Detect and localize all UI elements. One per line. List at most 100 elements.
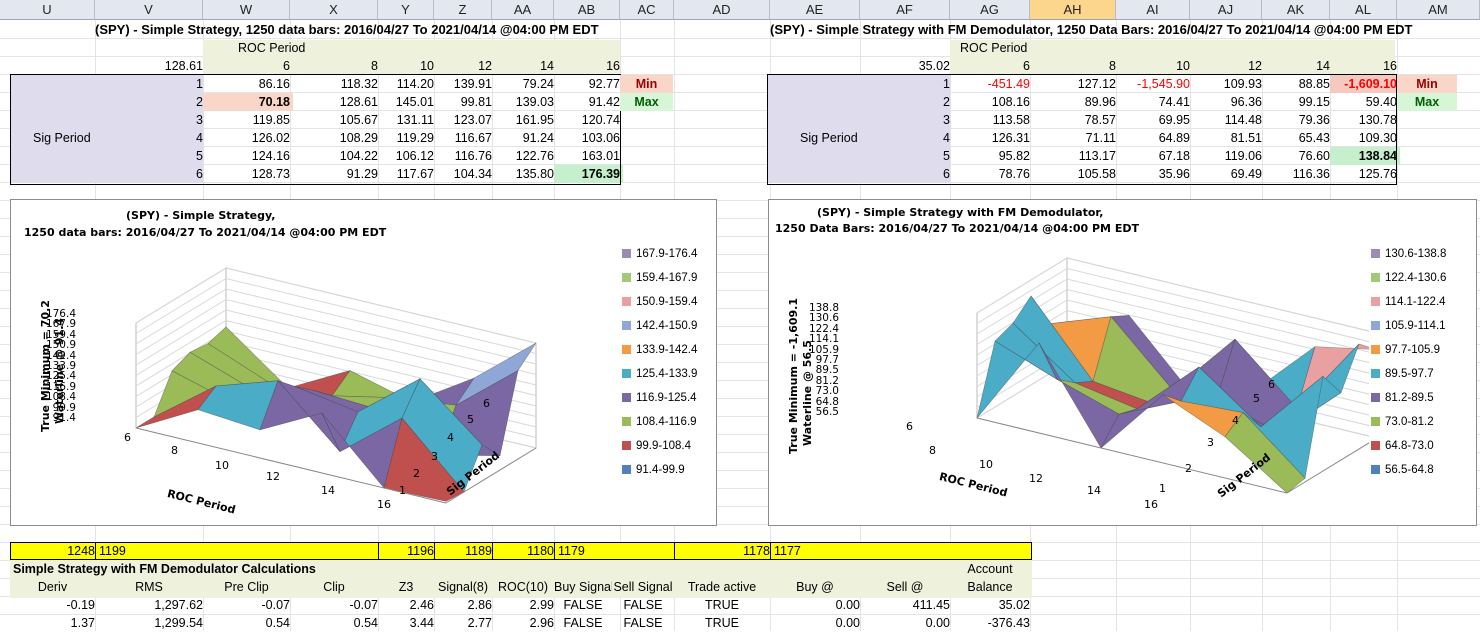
left-max-label: Max	[620, 93, 673, 111]
legend-swatch-icon	[622, 345, 631, 355]
left_table-roc-head: 6	[283, 59, 290, 73]
calc-header: Pre Clip	[224, 580, 269, 594]
column-header-w[interactable]: W	[203, 0, 290, 20]
right_table-roc-head: 10	[1176, 59, 1190, 73]
column-header-v[interactable]: V	[95, 0, 203, 20]
column-header-x[interactable]: X	[290, 0, 378, 20]
calc-header: Buy @	[796, 580, 834, 594]
legend-label: 150.9-159.4	[636, 296, 698, 308]
calc-header-account: Account	[967, 562, 1013, 576]
right_table-roc-head: 8	[1109, 59, 1116, 73]
legend-swatch-icon	[622, 441, 631, 451]
legend-item: 130.6-138.8	[1371, 247, 1446, 261]
column-header-al[interactable]: AL	[1330, 0, 1397, 20]
column-header-y[interactable]: Y	[378, 0, 434, 20]
legend-swatch-icon	[1371, 369, 1380, 379]
calc-cell: 2.46	[409, 598, 434, 612]
calc-title: Simple Strategy with FM Demodulator Calc…	[13, 562, 316, 576]
legend-item: 105.9-114.1	[1371, 319, 1446, 333]
right-surface-chart[interactable]: (SPY) - Simple Strategy with FM Demodula…	[768, 199, 1477, 526]
calc-header: Signal(8)	[437, 580, 489, 594]
column-header-ak[interactable]: AK	[1262, 0, 1330, 20]
legend-swatch-icon	[1371, 321, 1380, 331]
calc-header: Deriv	[37, 580, 68, 594]
column-header-ad[interactable]: AD	[674, 0, 770, 20]
legend-item: 133.9-142.4	[622, 343, 697, 357]
left_table-roc-head: 12	[478, 59, 492, 73]
column-header-ag[interactable]: AG	[950, 0, 1030, 20]
column-header-ai[interactable]: AI	[1116, 0, 1190, 20]
legend-label: 91.4-99.9	[636, 464, 685, 476]
calc-cell: FALSE	[623, 616, 663, 630]
column-header-ac[interactable]: AC	[620, 0, 674, 20]
legend-label: 108.4-116.9	[636, 416, 697, 428]
calc-cell: FALSE	[563, 598, 603, 612]
column-header-aa[interactable]: AA	[492, 0, 554, 20]
yellow-cell: 1189	[465, 544, 492, 558]
calc-cell: FALSE	[563, 616, 603, 630]
right-table-title: (SPY) - Simple Strategy with FM Demodula…	[770, 22, 1413, 37]
left-min-label: Min	[620, 75, 673, 93]
column-header-u[interactable]: U	[0, 0, 95, 20]
y-tick: 1	[399, 484, 406, 497]
yellow-sep	[554, 542, 555, 560]
right-roc-label: ROC Period	[960, 41, 1028, 55]
calc-cell: 2.96	[529, 616, 554, 630]
legend-item: 73.0-81.2	[1371, 415, 1434, 429]
right_table-roc-head: 16	[1383, 59, 1397, 73]
z-tick: 130.6	[808, 312, 839, 325]
calc-cell: 0.00	[835, 616, 860, 630]
y-tick: 5	[1253, 392, 1260, 405]
yellow-sep	[378, 542, 379, 560]
yellow-sep	[674, 542, 675, 560]
calc-cell: -376.43	[987, 616, 1030, 630]
legend-label: 122.4-130.6	[1385, 272, 1447, 284]
column-header-z[interactable]: Z	[434, 0, 492, 20]
legend-swatch-icon	[1371, 273, 1380, 283]
legend-swatch-icon	[622, 369, 631, 379]
column-header-ae[interactable]: AE	[770, 0, 860, 20]
yellow-sep	[95, 542, 96, 560]
yellow-cell: 1179	[558, 544, 585, 558]
legend-label: 97.7-105.9	[1385, 344, 1440, 356]
legend-swatch-icon	[1371, 345, 1380, 355]
legend-item: 167.9-176.4	[622, 247, 697, 261]
calc-cell: 2.86	[467, 598, 492, 612]
legend-item: 91.4-99.9	[622, 463, 685, 477]
legend-item: 114.1-122.4	[1371, 295, 1446, 309]
yellow-cell: 1199	[99, 544, 126, 558]
y-tick: 6	[1268, 378, 1275, 391]
y-tick: 1	[1159, 482, 1166, 495]
calc-cell: 2.77	[467, 616, 492, 630]
calc-cell: 411.45	[912, 598, 950, 612]
legend-label: 133.9-142.4	[636, 344, 698, 356]
column-header-am[interactable]: AM	[1397, 0, 1480, 20]
calc-cell: 1.37	[70, 616, 95, 630]
yellow-cell: 1248	[67, 544, 95, 558]
column-header-ah[interactable]: AH	[1030, 0, 1116, 20]
yellow-sep	[434, 542, 435, 560]
column-header-ab[interactable]: AB	[554, 0, 620, 20]
legend-item: 81.2-89.5	[1371, 391, 1434, 405]
legend-swatch-icon	[1371, 441, 1380, 451]
legend-item: 108.4-116.9	[622, 415, 697, 429]
calc-cell: 1,297.62	[154, 598, 203, 612]
legend-label: 99.9-108.4	[636, 440, 691, 452]
column-header-aj[interactable]: AJ	[1190, 0, 1262, 20]
legend-label: 73.0-81.2	[1385, 416, 1434, 428]
left_table-roc-head: 10	[420, 59, 434, 73]
legend-swatch-icon	[1371, 249, 1380, 259]
calc-cell: 0.00	[835, 598, 860, 612]
calc-header: RMS	[135, 580, 163, 594]
x-tick: 8	[929, 444, 936, 457]
calc-cell: 2.99	[529, 598, 554, 612]
x-tick: 14	[321, 484, 335, 497]
legend-item: 56.5-64.8	[1371, 463, 1434, 477]
y-tick: 4	[447, 431, 454, 444]
left-surface-chart[interactable]: (SPY) - Simple Strategy, 1250 data bars:…	[10, 199, 717, 526]
left-corner-value: 128.61	[164, 59, 203, 73]
y-tick: 6	[483, 397, 490, 410]
yellow-cell: 1178	[743, 544, 770, 558]
column-header-af[interactable]: AF	[860, 0, 950, 20]
legend-label: 116.9-125.4	[636, 392, 697, 404]
